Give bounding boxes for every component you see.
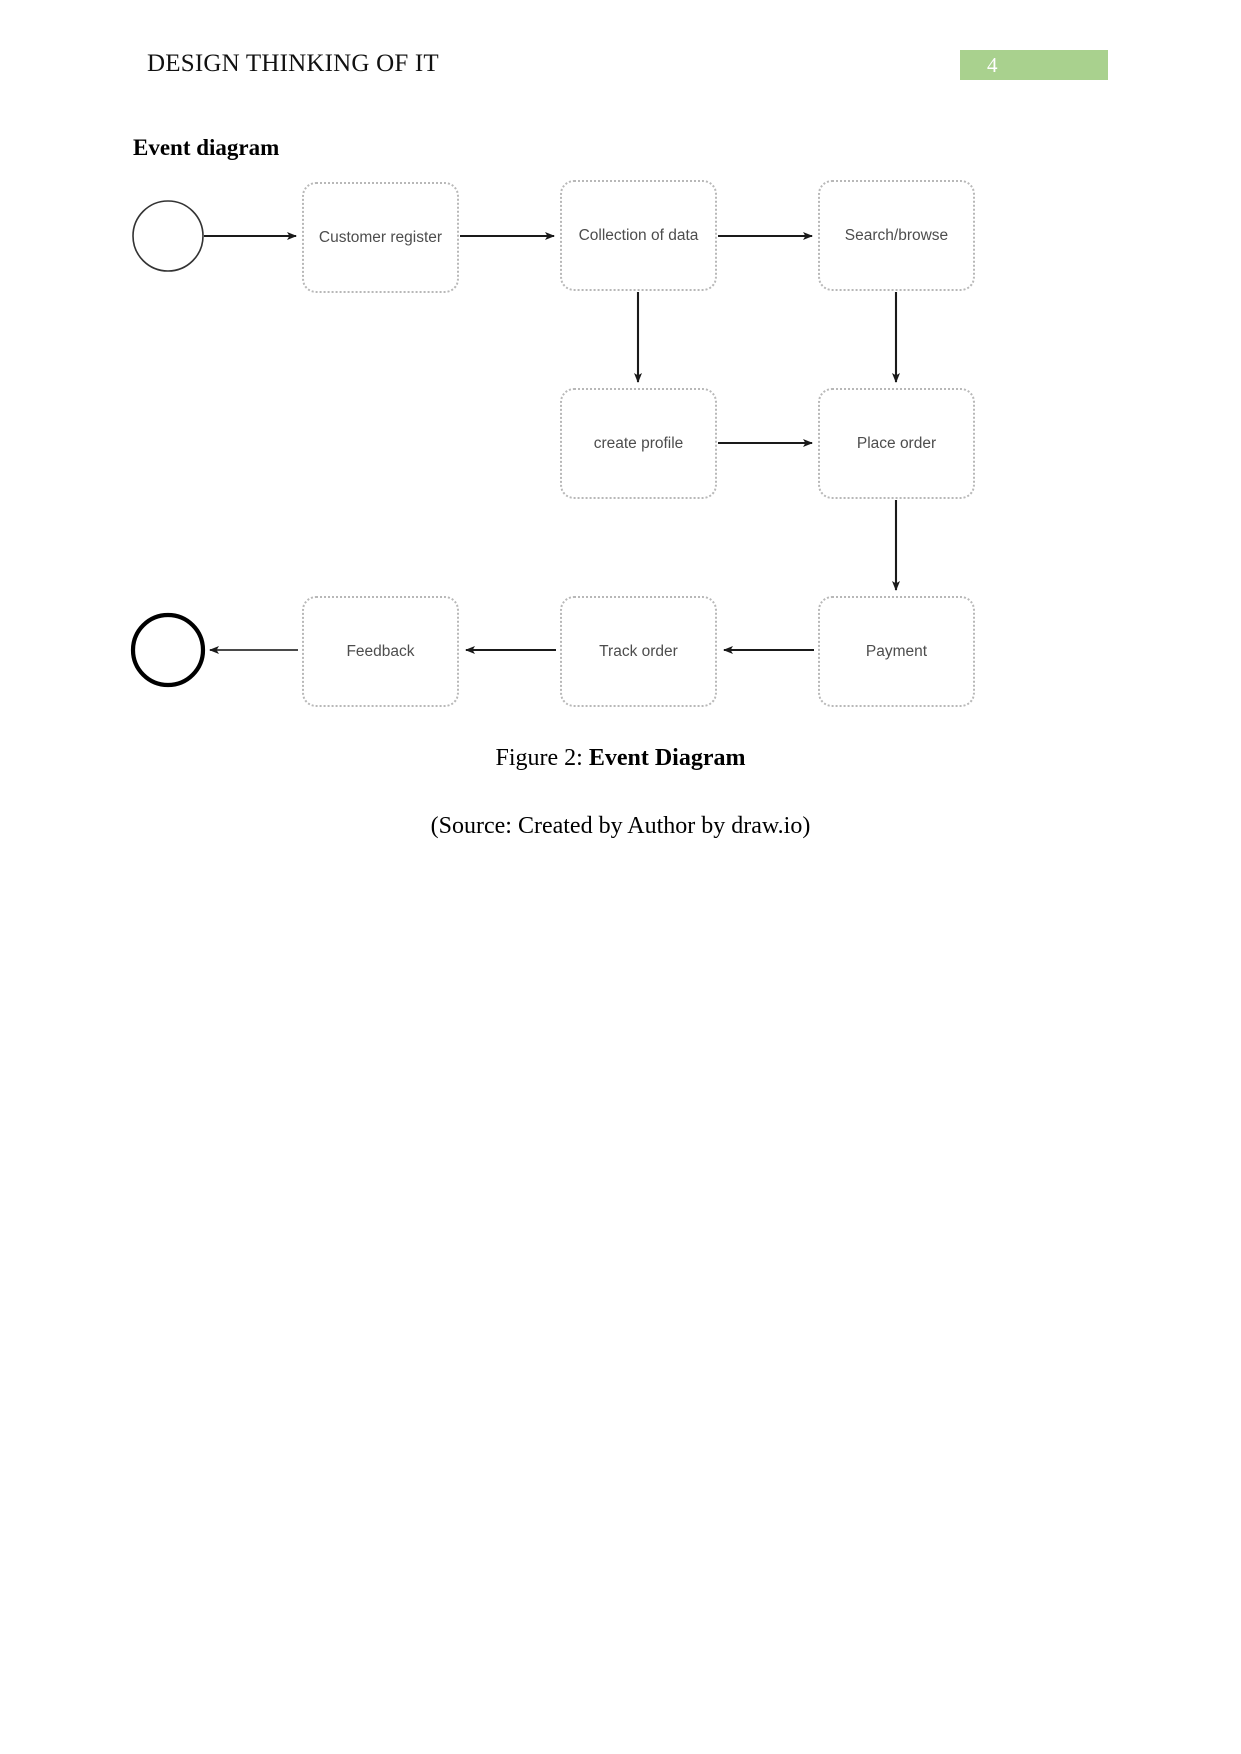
connector-group (204, 232, 900, 654)
node-label: Search/browse (844, 227, 949, 244)
node-label: Feedback (346, 643, 415, 660)
node-customer-register[interactable]: Customer register (302, 182, 459, 293)
node-track-order[interactable]: Track order (560, 596, 717, 707)
node-label: Customer register (318, 229, 443, 246)
node-create-profile[interactable]: create profile (560, 388, 717, 499)
figure-caption-prefix: Figure 2: (495, 745, 589, 771)
event-diagram: Customer register Collection of data Sea… (0, 0, 1241, 760)
node-search-browse[interactable]: Search/browse (818, 180, 975, 291)
node-collection-of-data[interactable]: Collection of data (560, 180, 717, 291)
node-label: Track order (599, 643, 678, 660)
node-label: Place order (856, 435, 937, 452)
figure-caption: Figure 2: Event Diagram (0, 742, 1241, 774)
figure-source-line: (Source: Created by Author by draw.io) (430, 813, 811, 839)
node-label: Collection of data (578, 227, 699, 244)
start-circle (132, 200, 204, 272)
end-circle (130, 612, 206, 688)
node-label: create profile (593, 435, 684, 452)
node-feedback[interactable]: Feedback (302, 596, 459, 707)
node-label: Payment (865, 643, 928, 660)
node-payment[interactable]: Payment (818, 596, 975, 707)
figure-caption-title: Event Diagram (588, 745, 746, 771)
node-place-order[interactable]: Place order (818, 388, 975, 499)
